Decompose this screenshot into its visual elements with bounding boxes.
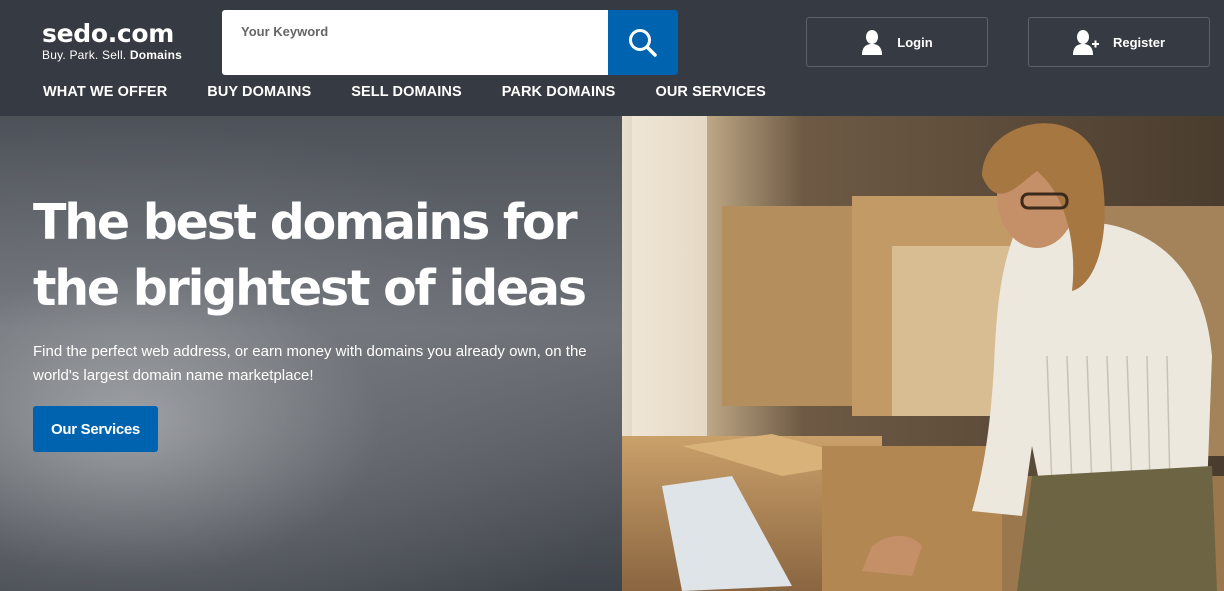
sedo-logo[interactable]: sedo.com Buy. Park. Sell. Domains — [42, 19, 182, 63]
add-user-icon — [1072, 29, 1099, 55]
nav-what-we-offer[interactable]: WHAT WE OFFER — [43, 84, 167, 100]
search-input[interactable] — [222, 10, 608, 75]
user-icon — [861, 29, 883, 55]
logo-tagline: Buy. Park. Sell. Domains — [42, 48, 182, 62]
login-button[interactable]: Login — [806, 17, 988, 67]
site-header: sedo.com Buy. Park. Sell. Domains Login — [0, 0, 1224, 116]
hero-subtext: Find the perfect web address, or earn mo… — [33, 343, 587, 384]
register-button[interactable]: Register — [1028, 17, 1210, 67]
nav-sell-domains[interactable]: SELL DOMAINS — [351, 84, 462, 100]
main-nav: WHAT WE OFFER BUY DOMAINS SELL DOMAINS P… — [43, 84, 806, 100]
hero-banner: The best domains for the brightest of id… — [0, 116, 1224, 591]
our-services-button[interactable]: Our Services — [33, 406, 158, 452]
search-button[interactable] — [608, 10, 678, 75]
search-icon — [629, 28, 657, 57]
nav-our-services[interactable]: OUR SERVICES — [655, 84, 766, 100]
logo-wordmark: sedo.com — [42, 19, 175, 48]
nav-park-domains[interactable]: PARK DOMAINS — [502, 84, 616, 100]
login-label: Login — [897, 34, 933, 50]
hero-headline: The best domains for the brightest of id… — [33, 194, 587, 317]
register-label: Register — [1112, 34, 1166, 50]
nav-buy-domains[interactable]: BUY DOMAINS — [207, 84, 311, 100]
hero-photo-woman-with-laptop — [622, 116, 1224, 591]
search-bar — [222, 10, 678, 75]
